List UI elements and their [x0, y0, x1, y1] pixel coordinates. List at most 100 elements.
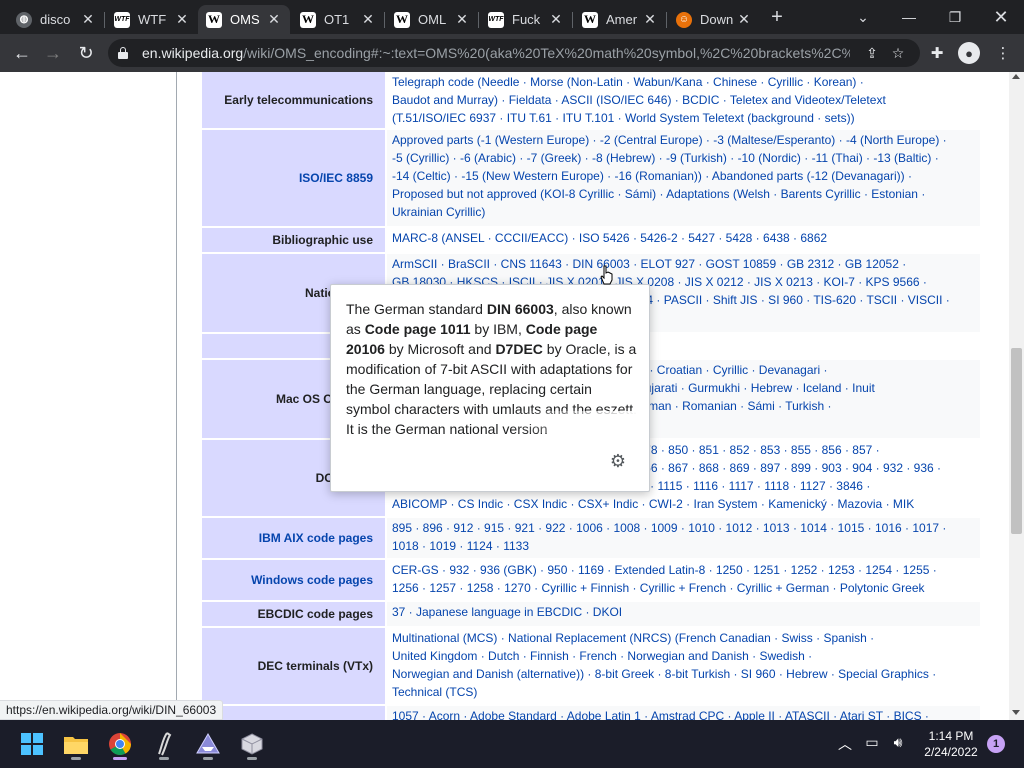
sidebar-border [176, 72, 177, 720]
navbox-row-early-telecom: Early telecommunications Telegraph code … [202, 72, 980, 128]
url-host: en.wikipedia.org [142, 45, 244, 61]
list-line[interactable]: MARC-8 (ANSEL · CCCII/EACC) · ISO 5426 ·… [392, 229, 974, 247]
tab-7[interactable]: W Amer ✕ [574, 5, 666, 34]
extensions-puzzle-icon[interactable]: ✚ [926, 42, 948, 64]
running-indicator [71, 757, 81, 760]
back-button[interactable]: ← [9, 40, 35, 66]
navbox-row-platform-specific: 1057 · Acorn · Adobe Standard · Adobe La… [202, 706, 980, 720]
list-line[interactable]: CER-GS · 932 · 936 (GBK) · 950 · 1169 · … [392, 561, 974, 579]
row-list: MARC-8 (ANSEL · CCCII/EACC) · ISO 5426 ·… [387, 228, 980, 252]
wikipedia-icon: W [394, 11, 410, 28]
row-list: Multinational (MCS) · National Replaceme… [387, 628, 980, 704]
address-bar[interactable]: en.wikipedia.org/wiki/OMS_encoding#:~:te… [108, 39, 920, 67]
list-line[interactable]: Norwegian and Danish (alternative)) · 8-… [392, 665, 974, 683]
restore-button[interactable]: ❐ [932, 0, 978, 34]
running-indicator [247, 757, 257, 760]
list-line[interactable]: ArmSCII · BraSCII · CNS 11643 · DIN 6600… [392, 255, 974, 273]
list-line[interactable]: Approved parts (-1 (Western Europe) · -2… [392, 131, 974, 149]
tab-2[interactable]: WTF WTF ✕ [106, 5, 198, 34]
scroll-down-arrow-icon[interactable] [1012, 710, 1020, 715]
tab-search-button[interactable]: ⌄ [840, 0, 886, 34]
tab-3-active[interactable]: W OMS ✕ [198, 5, 290, 34]
list-line[interactable]: Ukrainian Cyrillic) [392, 203, 974, 221]
list-line[interactable]: Telegraph code (Needle · Morse (Non-Lati… [392, 73, 974, 91]
bookmark-star-icon[interactable]: ☆ [888, 43, 908, 63]
tab-separator [478, 12, 479, 28]
new-tab-button[interactable]: + [766, 6, 788, 28]
inkscape-button[interactable] [188, 726, 228, 762]
running-indicator [159, 757, 169, 760]
tab-1[interactable]: ◍ disco ✕ [8, 5, 104, 34]
row-list: CER-GS · 932 · 936 (GBK) · 950 · 1169 · … [387, 560, 980, 600]
tab-4[interactable]: W OT1 ✕ [292, 5, 384, 34]
chrome-button[interactable] [100, 726, 140, 762]
preview-text: by IBM, [470, 321, 526, 337]
running-indicator [203, 757, 213, 760]
list-line[interactable]: 1057 · Acorn · Adobe Standard · Adobe La… [392, 707, 974, 720]
file-explorer-button[interactable] [56, 726, 96, 762]
gear-icon[interactable]: ⚙ [608, 451, 628, 471]
close-icon[interactable]: ✕ [642, 11, 658, 27]
list-line[interactable]: Proposed but not approved (KOI-8 Cyrilli… [392, 185, 974, 203]
page-content: Early telecommunications Telegraph code … [0, 72, 1024, 720]
show-hidden-icons-chevron-icon[interactable]: ︿ [836, 734, 854, 754]
pen-icon [158, 732, 172, 756]
reload-button[interactable]: ↻ [73, 40, 99, 66]
list-line[interactable]: -14 (Celtic) · -15 (New Western Europe) … [392, 167, 974, 185]
list-line[interactable]: 895 · 896 · 912 · 915 · 921 · 922 · 1006… [392, 519, 974, 537]
row-label[interactable]: Windows code pages [202, 560, 385, 600]
list-line[interactable]: (T.51/ISO/IEC 6937 · ITU T.61 · ITU T.10… [392, 109, 974, 127]
list-line[interactable]: 1018 · 1019 · 1124 · 1133 [392, 537, 974, 555]
forward-button[interactable]: → [40, 40, 66, 66]
row-label[interactable]: IBM AIX code pages [202, 518, 385, 558]
scroll-up-arrow-icon[interactable] [1012, 74, 1020, 79]
network-icon[interactable]: ▭ [862, 734, 882, 751]
virtualbox-button[interactable] [232, 726, 272, 762]
row-list: 895 · 896 · 912 · 915 · 921 · 922 · 1006… [387, 518, 980, 558]
close-icon[interactable]: ✕ [80, 11, 96, 27]
navbox-row-dec-terminals: DEC terminals (VTx) Multinational (MCS) … [202, 628, 980, 704]
row-label[interactable]: ISO/IEC 8859 [202, 130, 385, 226]
list-line[interactable]: -5 (Cyrillic) · -6 (Arabic) · -7 (Greek)… [392, 149, 974, 167]
share-icon[interactable]: ⇪ [862, 43, 882, 63]
navbox-row-windows-code-pages: Windows code pages CER-GS · 932 · 936 (G… [202, 560, 980, 600]
taskbar-clock[interactable]: 1:14 PM 2/24/2022 [916, 728, 986, 760]
close-icon[interactable]: ✕ [548, 11, 564, 27]
volume-icon[interactable]: 🔊︎ [888, 734, 908, 751]
row-label[interactable]: Early telecommunications [202, 72, 385, 128]
close-icon[interactable]: ✕ [360, 11, 376, 27]
minimize-button[interactable]: — [886, 0, 932, 34]
menu-kebab-icon[interactable]: ⋮ [992, 42, 1014, 64]
profile-avatar-icon[interactable]: ● [958, 42, 980, 64]
pen-app-button[interactable] [144, 726, 184, 762]
windows-taskbar: ︿ ▭ 🔊︎ 1:14 PM 2/24/2022 1 [0, 720, 1024, 768]
scrollbar-thumb[interactable] [1011, 348, 1022, 534]
list-line[interactable]: Technical (TCS) [392, 683, 974, 701]
start-button[interactable] [12, 726, 52, 762]
window-close-button[interactable]: ✕ [978, 0, 1024, 34]
url-text[interactable]: en.wikipedia.org/wiki/OMS_encoding#:~:te… [142, 45, 850, 61]
list-line[interactable]: Multinational (MCS) · National Replaceme… [392, 629, 974, 647]
tab-title: Down [700, 12, 734, 27]
lock-icon[interactable] [118, 47, 128, 59]
close-icon[interactable]: ✕ [736, 11, 752, 27]
close-icon[interactable]: ✕ [266, 11, 282, 27]
wikipedia-icon: W [300, 11, 316, 28]
page-preview-popup[interactable]: The German standard DIN 66003, also know… [330, 284, 650, 492]
list-line[interactable]: United Kingdom · Dutch · Finnish · Frenc… [392, 647, 974, 665]
row-label[interactable]: EBCDIC code pages [202, 602, 385, 626]
tab-8[interactable]: ☺ Down ✕ [668, 5, 760, 34]
notification-badge[interactable]: 1 [987, 735, 1005, 753]
tab-title: disco [40, 12, 71, 27]
row-label[interactable]: DEC terminals (VTx) [202, 628, 385, 704]
close-icon[interactable]: ✕ [454, 11, 470, 27]
close-icon[interactable]: ✕ [174, 11, 190, 27]
tab-6[interactable]: WTF Fuck ✕ [480, 5, 572, 34]
list-line[interactable]: Baudot and Murray) · Fieldata · ASCII (I… [392, 91, 974, 109]
wikipedia-icon: W [582, 11, 598, 28]
inkscape-icon [196, 733, 220, 754]
tab-5[interactable]: W OML ✕ [386, 5, 478, 34]
list-line[interactable]: ABICOMP · CS Indic · CSX Indic · CSX+ In… [392, 495, 974, 513]
list-line[interactable]: 1256 · 1257 · 1258 · 1270 · Cyrillic + F… [392, 579, 974, 597]
list-line[interactable]: 37 · Japanese language in EBCDIC · DKOI [392, 603, 974, 621]
